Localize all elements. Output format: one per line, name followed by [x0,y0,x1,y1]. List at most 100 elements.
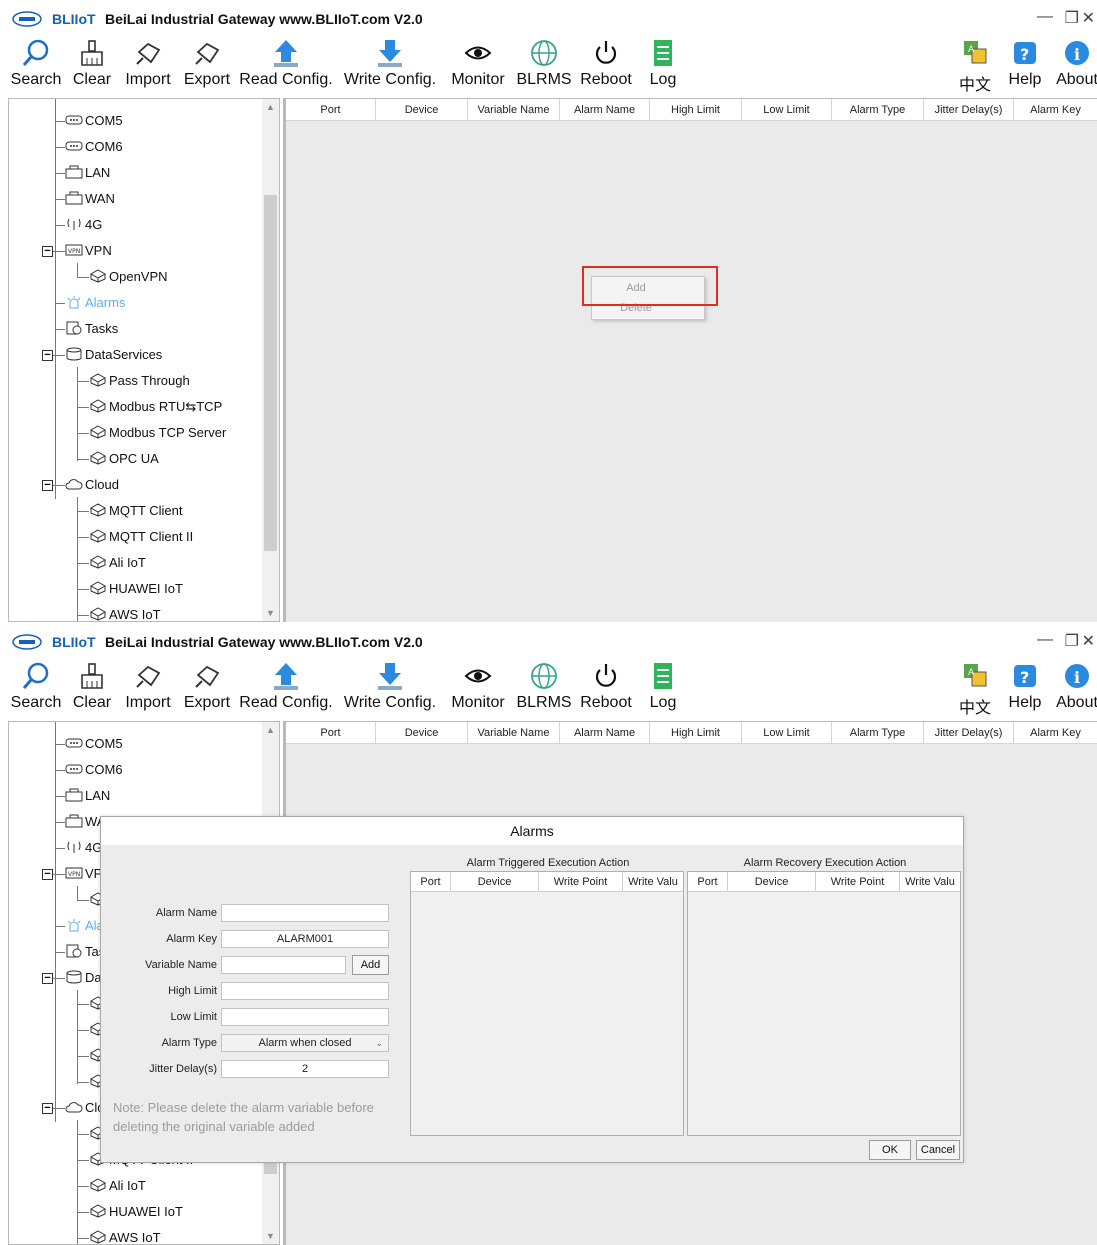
tree-item-opc-ua[interactable]: OPC UA [89,447,159,471]
import-button[interactable]: Import [120,36,176,94]
tree-item-com6[interactable]: COM6 [65,135,123,159]
tree-item-huawei-iot[interactable]: HUAWEI IoT [89,1200,183,1224]
scroll-down-icon[interactable]: ▼ [262,1228,279,1244]
tree-item-com6[interactable]: COM6 [65,758,123,782]
tree-item-mqtt-client-ii[interactable]: MQTT Client II [89,525,193,549]
col-alarm-key[interactable]: Alarm Key [1014,722,1097,744]
alarm-key-field[interactable]: ALARM001 [221,930,389,948]
write-config-button[interactable]: Write Config. [340,659,440,717]
col-low-limit[interactable]: Low Limit [742,722,832,744]
tree-item-lan[interactable]: LAN [65,161,110,185]
cloud-collapse-toggle[interactable]: − [42,480,53,491]
tree-item-alarms[interactable]: Alarms [65,291,125,315]
read-config-button[interactable]: Read Config. [238,659,334,717]
search-button[interactable]: Search [8,659,64,717]
reboot-button[interactable]: Reboot [578,659,634,717]
jitter-delay-field[interactable]: 2 [221,1060,389,1078]
tree-item-tasks[interactable]: Tasks [65,317,118,341]
close-icon[interactable]: ✕ [1082,631,1095,651]
tree-item-wan[interactable]: WAN [65,187,115,211]
cloud-collapse-toggle[interactable]: − [42,1103,53,1114]
tree-item-dataservices[interactable]: DataServices [65,343,162,367]
import-button[interactable]: Import [120,659,176,717]
export-button[interactable]: Export [180,659,234,717]
dataservices-collapse-toggle[interactable]: − [42,973,53,984]
col-high-limit[interactable]: High Limit [650,722,742,744]
col-alarm-type[interactable]: Alarm Type [832,722,924,744]
tree-item-lan[interactable]: LAN [65,784,110,808]
blrms-button[interactable]: BLRMS [514,659,574,717]
col-jitter-delay[interactable]: Jitter Delay(s) [924,722,1014,744]
col-device[interactable]: Device [376,722,468,744]
tree-item-modbus-rtu-tcp[interactable]: Modbus RTU⇆TCP [89,395,222,419]
vpn-collapse-toggle[interactable]: − [42,246,53,257]
config-tree[interactable]: COM5 COM6 LAN WAN 4G − VPNVPN OpenVPN Al… [8,98,280,622]
restore-icon[interactable]: ❐ [1065,631,1079,651]
col-alarm-key[interactable]: Alarm Key [1014,99,1097,121]
tree-item-aws-iot[interactable]: AWS IoT [89,603,161,621]
dataservices-collapse-toggle[interactable]: − [42,350,53,361]
blrms-button[interactable]: BLRMS [514,36,574,94]
tree-item-cloud[interactable]: Cloud [65,473,119,497]
restore-icon[interactable]: ❐ [1065,8,1079,28]
col-variable-name[interactable]: Variable Name [468,99,560,121]
alarm-type-select[interactable]: Alarm when closed ⌄ [221,1034,389,1052]
log-button[interactable]: Log [642,659,684,717]
tree-item-modbus-tcp-server[interactable]: Modbus TCP Server [89,421,226,445]
low-limit-field[interactable] [221,1008,389,1026]
scroll-down-icon[interactable]: ▼ [262,605,279,621]
minimize-icon[interactable]: — [1037,631,1053,649]
clear-button[interactable]: Clear [70,36,114,94]
variable-name-field[interactable] [221,956,346,974]
cancel-button[interactable]: Cancel [916,1140,960,1160]
monitor-button[interactable]: Monitor [446,36,510,94]
scrollbar-thumb[interactable] [264,195,277,551]
read-config-button[interactable]: Read Config. [238,36,334,94]
minimize-icon[interactable]: — [1037,8,1053,26]
language-button[interactable]: A 中文 [954,659,996,717]
tree-item-mqtt-client[interactable]: MQTT Client [89,499,182,523]
tree-item-ali-iot[interactable]: Ali IoT [89,1174,146,1198]
high-limit-field[interactable] [221,982,389,1000]
recovery-action-table[interactable]: Port Device Write Point Write Valu [687,871,961,1136]
tree-item-com5[interactable]: COM5 [65,109,123,133]
tree-item-huawei-iot[interactable]: HUAWEI IoT [89,577,183,601]
col-port[interactable]: Port [286,722,376,744]
scroll-up-icon[interactable]: ▲ [262,722,279,738]
tree-item-pass-through[interactable]: Pass Through [89,369,190,393]
help-button[interactable]: ? Help [1004,659,1046,717]
clear-button[interactable]: Clear [70,659,114,717]
alarm-grid[interactable]: Port Device Variable Name Alarm Name Hig… [283,98,1097,622]
col-alarm-name[interactable]: Alarm Name [560,99,650,121]
tree-scrollbar[interactable]: ▲ ▼ [262,99,279,621]
tree-item-4g[interactable]: 4G [65,213,102,237]
col-high-limit[interactable]: High Limit [650,99,742,121]
tree-item-com5[interactable]: COM5 [65,732,123,756]
monitor-button[interactable]: Monitor [446,659,510,717]
triggered-action-table[interactable]: Port Device Write Point Write Valu [410,871,684,1136]
col-device[interactable]: Device [376,99,468,121]
col-alarm-type[interactable]: Alarm Type [832,99,924,121]
language-button[interactable]: A 中文 [954,36,996,94]
about-button[interactable]: i About [1052,659,1097,717]
about-button[interactable]: i About [1052,36,1097,94]
tree-item-4g[interactable]: 4G [65,836,102,860]
alarm-name-field[interactable] [221,904,389,922]
add-variable-button[interactable]: Add [352,955,389,975]
scroll-up-icon[interactable]: ▲ [262,99,279,115]
ok-button[interactable]: OK [869,1140,911,1160]
export-button[interactable]: Export [180,36,234,94]
vpn-collapse-toggle[interactable]: − [42,869,53,880]
tree-item-openvpn[interactable]: OpenVPN [89,265,168,289]
col-port[interactable]: Port [286,99,376,121]
tree-item-aws-iot[interactable]: AWS IoT [89,1226,161,1244]
tree-item-ali-iot[interactable]: Ali IoT [89,551,146,575]
tree-item-vpn[interactable]: VPN VPN [65,239,112,263]
reboot-button[interactable]: Reboot [578,36,634,94]
col-variable-name[interactable]: Variable Name [468,722,560,744]
help-button[interactable]: ? Help [1004,36,1046,94]
col-jitter-delay[interactable]: Jitter Delay(s) [924,99,1014,121]
search-button[interactable]: Search [8,36,64,94]
write-config-button[interactable]: Write Config. [340,36,440,94]
col-alarm-name[interactable]: Alarm Name [560,722,650,744]
